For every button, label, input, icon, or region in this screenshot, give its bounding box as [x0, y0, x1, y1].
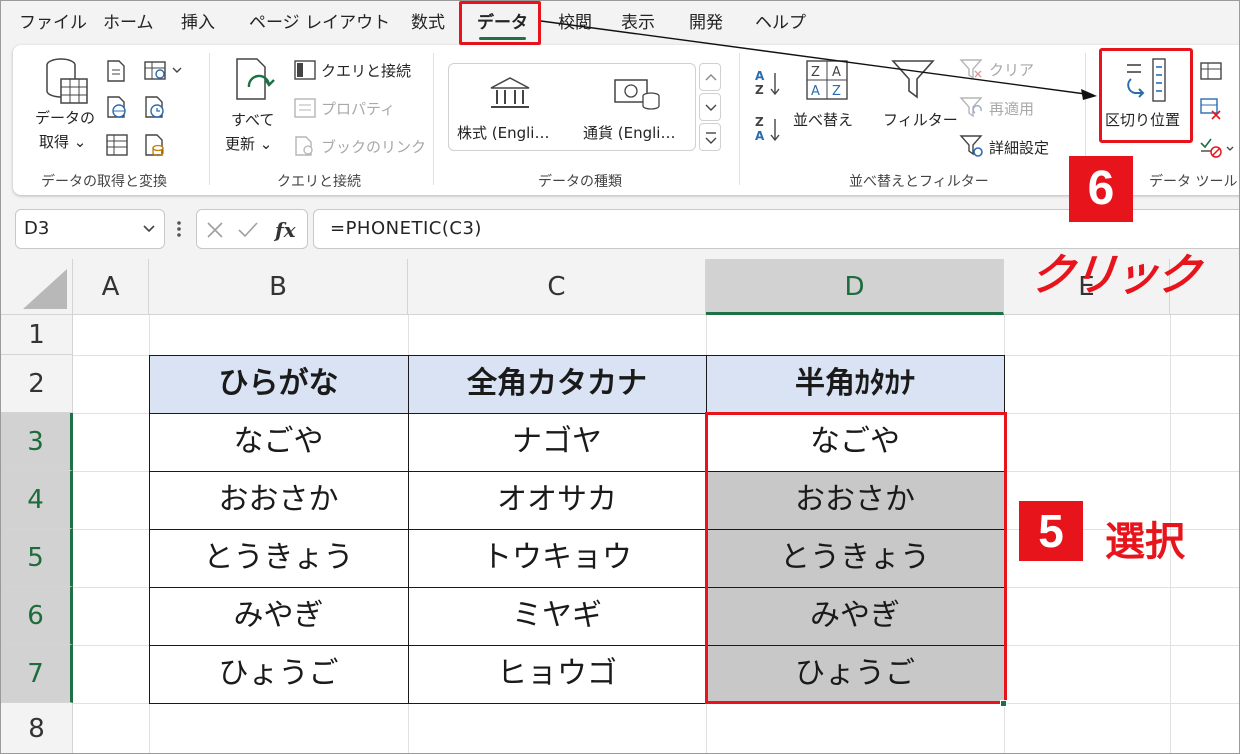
check-icon[interactable]	[237, 220, 259, 240]
row-header-4[interactable]: 4	[1, 471, 73, 529]
column-header-d[interactable]: D	[706, 259, 1004, 315]
fill-handle[interactable]	[1000, 700, 1007, 707]
select-all-button[interactable]	[1, 259, 73, 315]
chevron-down-icon	[143, 225, 155, 233]
select-all-triangle-icon	[23, 269, 67, 309]
row-header-8[interactable]: 8	[1, 703, 73, 753]
more-vertical-icon[interactable]	[173, 217, 185, 241]
row-header-5[interactable]: 5	[1, 529, 73, 587]
step-6-badge: 6	[1069, 156, 1133, 222]
column-header-b[interactable]: B	[149, 259, 408, 315]
name-box-value: D3	[24, 218, 50, 239]
click-annotation: クリック	[1027, 250, 1202, 301]
cancel-icon[interactable]	[205, 220, 225, 240]
select-annotation: 選択	[1105, 519, 1185, 565]
column-header-a[interactable]: A	[73, 259, 149, 315]
row-header-3[interactable]: 3	[1, 413, 73, 471]
formula-buttons: fx	[196, 209, 308, 249]
step-5-badge: 5	[1019, 501, 1083, 561]
row-header-1[interactable]: 1	[1, 315, 73, 355]
name-box[interactable]: D3	[15, 209, 165, 249]
excel-window: ファイル ホーム 挿入 ページ レイアウト 数式 データ 校閲 表示 開発 ヘル…	[0, 0, 1240, 754]
row-header-7[interactable]: 7	[1, 645, 73, 703]
svg-text:fx: fx	[273, 218, 297, 242]
selection-range-d3-d7	[705, 412, 1007, 704]
row-header-6[interactable]: 6	[1, 587, 73, 645]
column-header-c[interactable]: C	[408, 259, 706, 315]
insert-function-icon[interactable]: fx	[273, 216, 301, 244]
row-header-2[interactable]: 2	[1, 355, 73, 413]
